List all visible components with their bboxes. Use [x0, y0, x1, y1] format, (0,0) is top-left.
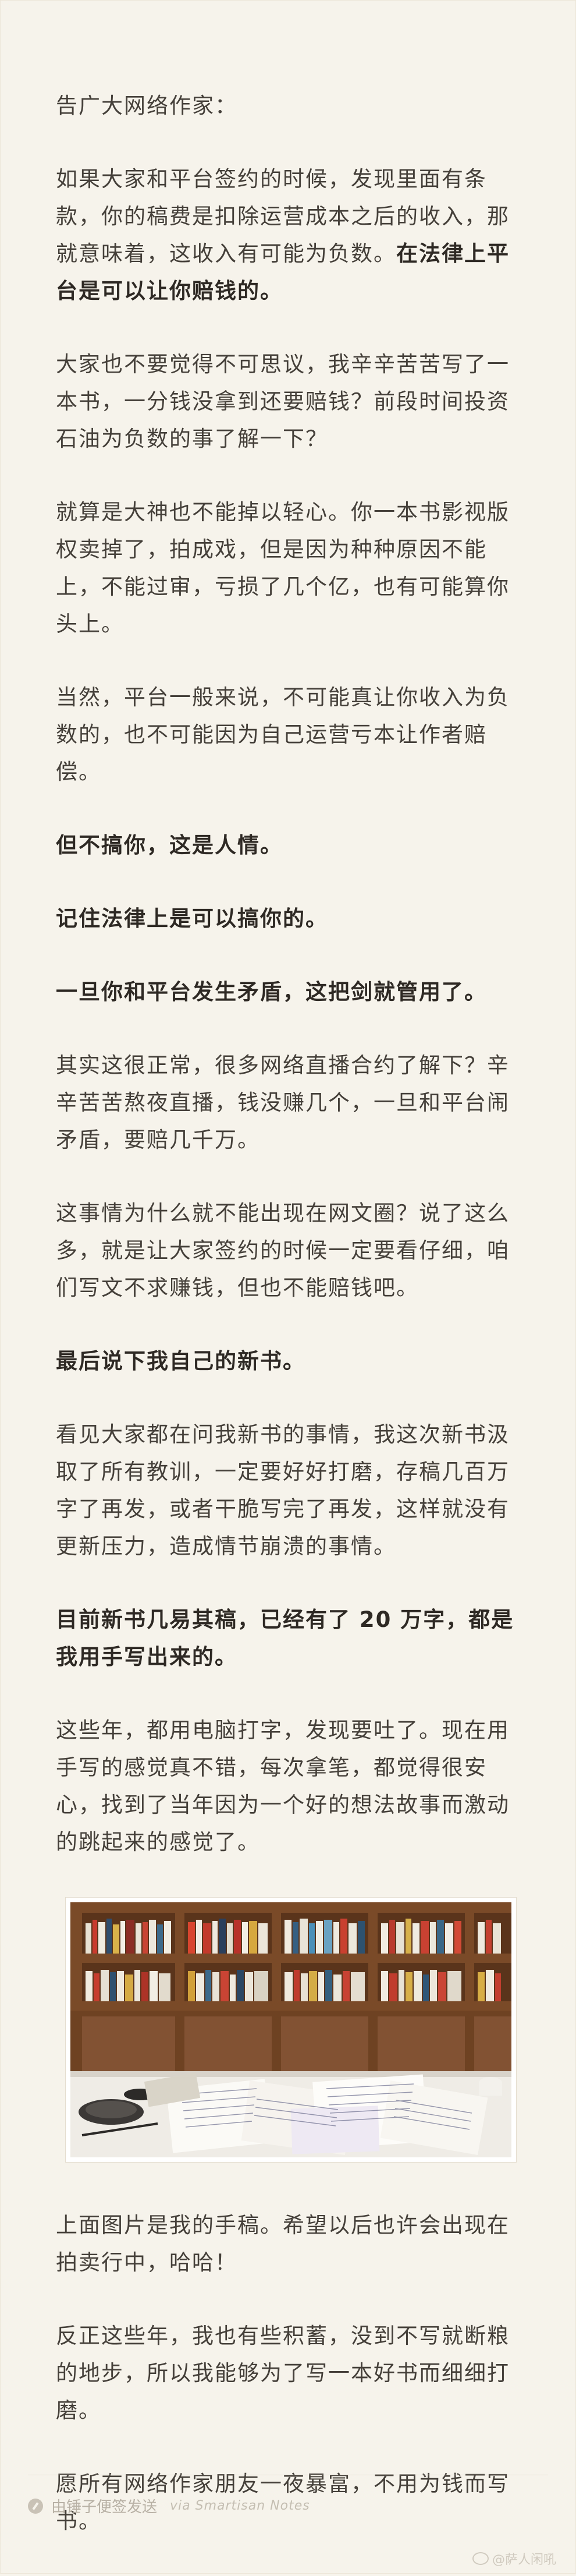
pen-icon — [28, 2498, 43, 2514]
weibo-watermark: @萨人闲吼 — [472, 2549, 556, 2568]
bookshelf-desk-illustration — [70, 1902, 511, 2157]
paragraph-new-book-heading: 最后说下我自己的新书。 — [56, 1349, 305, 1374]
manuscript-photo[interactable] — [65, 1897, 517, 2163]
note-footer: 由锤子便签发送 via Smartisan Notes — [28, 2475, 548, 2517]
note-page: 告广大网络作家： 如果大家和平台签约的时候，发现里面有条款，你的稿费是扣除运营成… — [0, 0, 576, 2574]
paragraph-law-reminder: 记住法律上是可以搞你的。 — [56, 906, 328, 931]
paragraph-savings: 反正这些年，我也有些积蓄，没到不写就断粮的地步，所以我能够为了写一本好书而细细打… — [56, 2323, 510, 2423]
paragraph-contract-terms: 如果大家和平台签约的时候，发现里面有条款，你的稿费是扣除运营成本之后的收入，那就… — [56, 161, 521, 310]
paragraph-unbelievable: 大家也不要觉得不可思议，我辛辛苦苦写了一本书，一分钱没拿到还要赔钱？前段时间投资… — [56, 352, 510, 451]
paragraph-sword: 一旦你和平台发生矛盾，这把剑就管用了。 — [56, 979, 487, 1004]
paragraph-handwritten: 目前新书几易其稿，已经有了 20 万字，都是我用手写出来的。 — [56, 1607, 514, 1669]
paragraph-web-literature: 这事情为什么就不能出现在网文圈？说了这么多，就是让大家签约的时候一定要看仔细，咱… — [56, 1201, 510, 1300]
paragraph-new-book-plan: 看见大家都在问我新书的事情，我这次新书汲取了所有教训，一定要好好打磨，存稿几百万… — [56, 1422, 510, 1559]
paragraph-handwriting-feeling: 这些年，都用电脑打字，发现要吐了。现在用手写的感觉真不错，每次拿笔，都觉得很安心… — [56, 1718, 510, 1855]
weibo-icon — [472, 2552, 489, 2565]
watermark-text: @萨人闲吼 — [492, 2553, 556, 2567]
paragraph-film-rights: 就算是大神也不能掉以轻心。你一本书影视版权卖掉了，拍成戏，但是因为种种原因不能上… — [56, 500, 510, 636]
footer-via: via Smartisan Notes — [170, 2499, 310, 2513]
paragraph-live-stream: 其实这很正常，很多网络直播合约了解下？辛辛苦苦熬夜直播，钱没赚几个，一旦和平台闹… — [56, 1053, 510, 1152]
paragraph-human-relation: 但不搞你，这是人情。 — [56, 833, 283, 858]
paragraph-manuscript-caption: 上面图片是我的手稿。希望以后也许会出现在拍卖行中，哈哈！ — [56, 2213, 510, 2275]
note-content: 告广大网络作家： 如果大家和平台签约的时候，发现里面有条款，你的稿费是扣除运营成… — [56, 87, 521, 2576]
footer-source: 由锤子便签发送 — [51, 2499, 158, 2516]
greeting-line: 告广大网络作家： — [56, 93, 237, 118]
paragraph-platform-normally: 当然，平台一般来说，不可能真让你收入为负数的，也不可能因为自己运营亏本让作者赔偿… — [56, 685, 510, 784]
